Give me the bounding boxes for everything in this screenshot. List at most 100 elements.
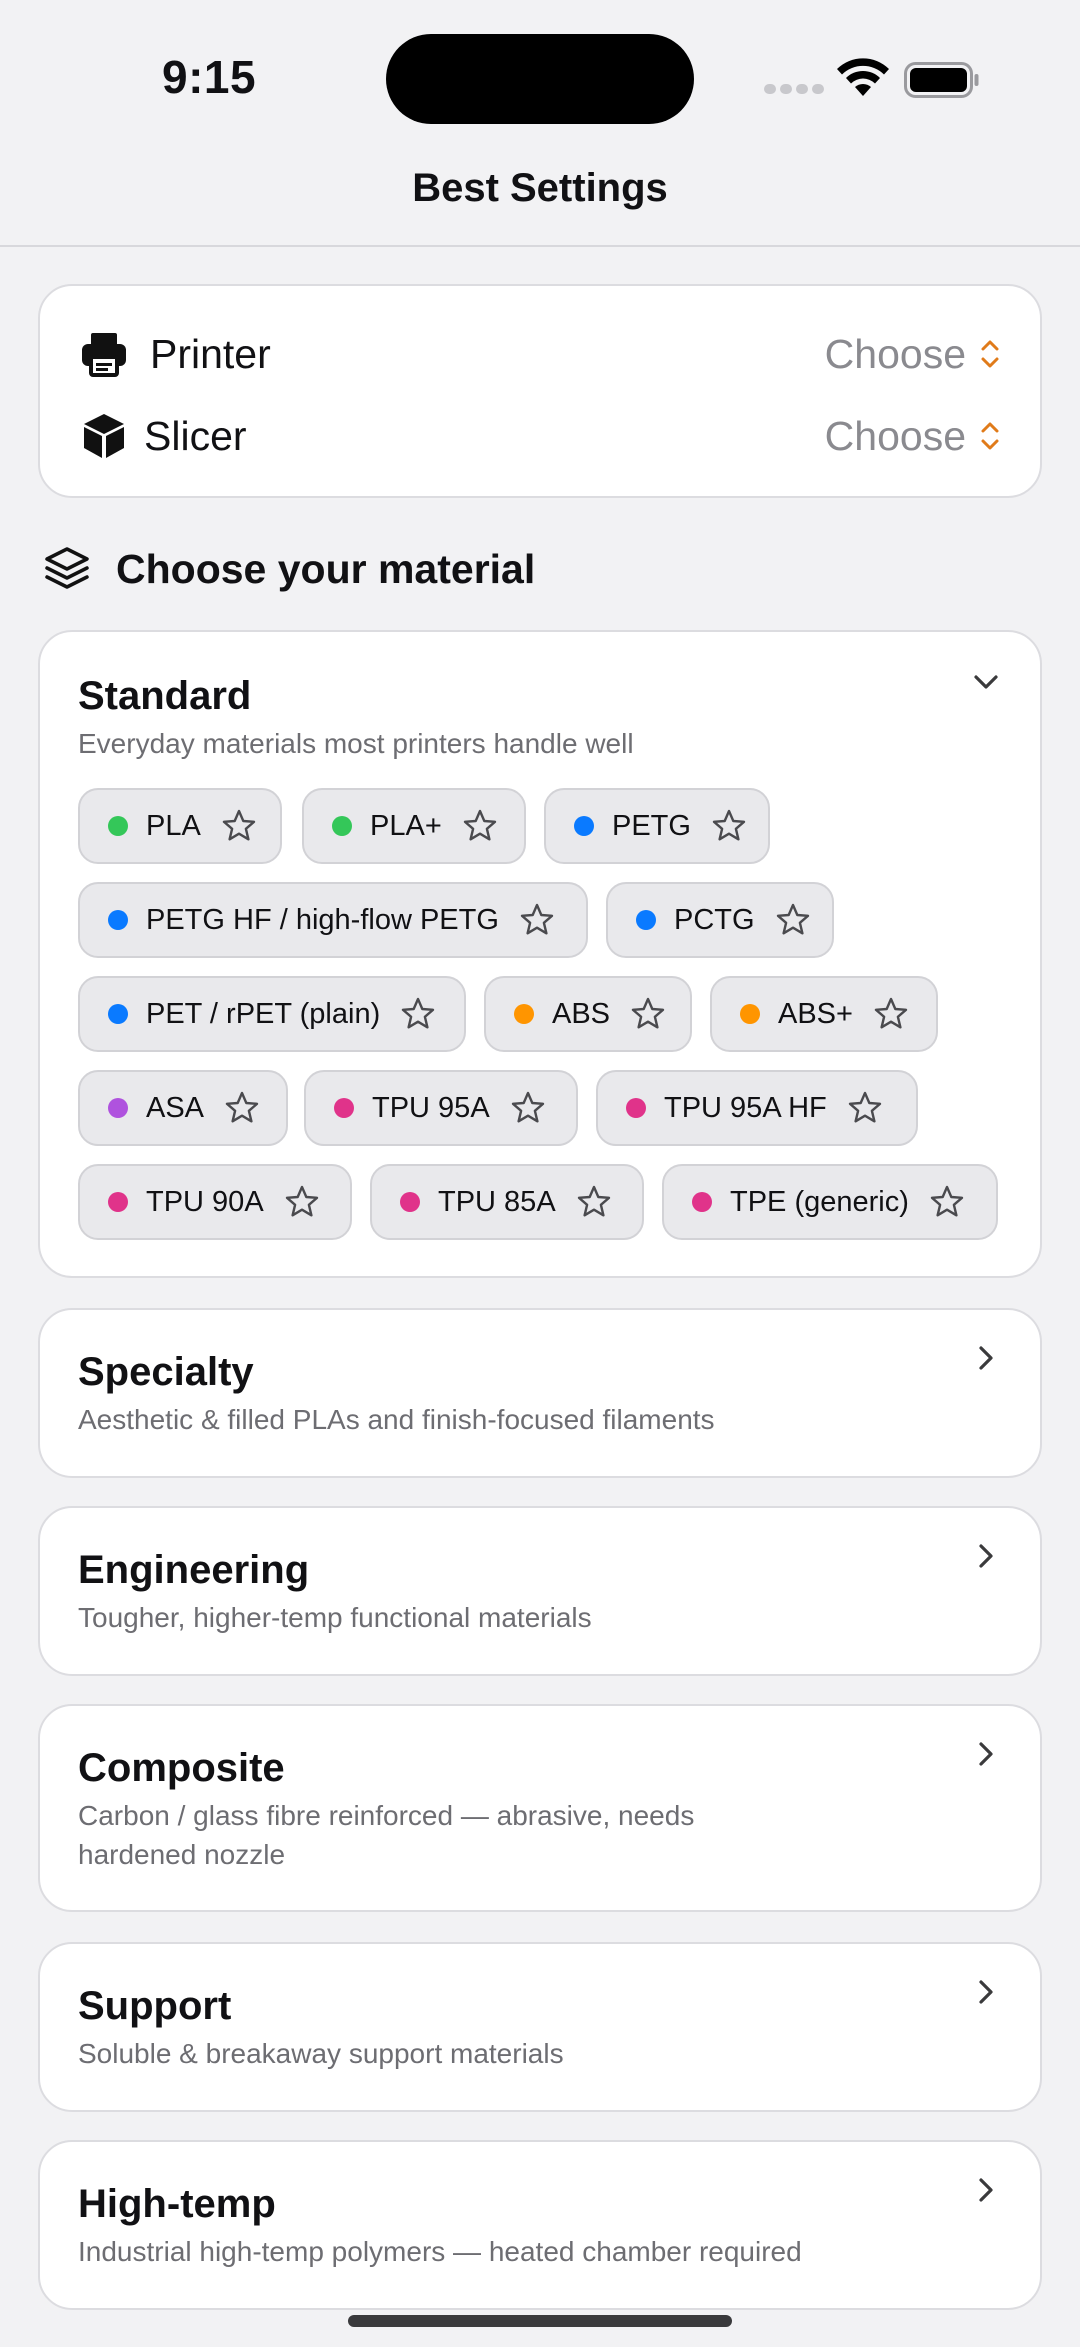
slicer-picker-value[interactable]: Choose xyxy=(825,413,966,460)
category-title: Support xyxy=(78,1984,232,2028)
material-chip[interactable]: PETG HF / high-flow PETG xyxy=(78,882,588,958)
category-title: Standard xyxy=(78,674,252,718)
material-chip[interactable]: ABS xyxy=(484,976,692,1052)
printer-label: Printer xyxy=(150,330,271,377)
material-chip[interactable]: TPU 85A xyxy=(370,1164,644,1240)
category-title: High-temp xyxy=(78,2182,276,2226)
star-icon[interactable] xyxy=(775,902,811,938)
category-composite[interactable]: Composite Carbon / glass fibre reinforce… xyxy=(38,1704,1042,1912)
material-chip[interactable]: TPE (generic) xyxy=(662,1164,998,1240)
color-dot xyxy=(740,1004,760,1024)
star-icon[interactable] xyxy=(284,1184,320,1220)
material-label: TPU 85A xyxy=(438,1185,556,1218)
star-icon[interactable] xyxy=(510,1090,546,1126)
category-subtitle: Industrial high-temp polymers — heated c… xyxy=(78,2236,802,2267)
color-dot xyxy=(108,1192,128,1212)
category-title: Engineering xyxy=(78,1548,310,1592)
cellular-signal-icon xyxy=(764,84,824,96)
material-chip[interactable]: TPU 95A HF xyxy=(596,1070,918,1146)
section-title: Choose your material xyxy=(116,545,536,592)
star-icon[interactable] xyxy=(929,1184,965,1220)
category-subtitle: Carbon / glass fibre reinforced — abrasi… xyxy=(78,1800,695,1870)
category-high-temp[interactable]: High-temp Industrial high-temp polymers … xyxy=(38,2140,1042,2310)
material-chip[interactable]: PETG xyxy=(544,788,770,864)
chevron-right-icon xyxy=(979,2178,993,2202)
material-label: ASA xyxy=(146,1091,205,1124)
layers-icon xyxy=(45,547,89,589)
chevron-down-icon[interactable] xyxy=(972,668,1000,696)
material-chip[interactable]: PET / rPET (plain) xyxy=(78,976,466,1052)
material-section-header: Choose your material xyxy=(42,544,535,594)
material-chip[interactable]: TPU 95A xyxy=(304,1070,578,1146)
category-standard[interactable]: Standard Everyday materials most printer… xyxy=(38,630,1042,1278)
chevron-right-icon xyxy=(979,1742,993,1766)
category-support[interactable]: Support Soluble & breakaway support mate… xyxy=(38,1942,1042,2112)
material-label: PCTG xyxy=(674,903,755,936)
star-icon[interactable] xyxy=(221,808,257,844)
color-dot xyxy=(108,910,128,930)
material-chip[interactable]: ASA xyxy=(78,1070,288,1146)
material-label: PETG xyxy=(612,809,691,842)
chevron-right-icon xyxy=(979,1544,993,1568)
category-specialty[interactable]: Specialty Aesthetic & filled PLAs and fi… xyxy=(38,1308,1042,1478)
category-subtitle: Tougher, higher-temp functional material… xyxy=(78,1602,592,1633)
category-title: Composite xyxy=(78,1746,285,1790)
star-icon[interactable] xyxy=(519,902,555,938)
star-icon[interactable] xyxy=(711,808,747,844)
material-chip[interactable]: ABS+ xyxy=(710,976,938,1052)
page-title: Best Settings xyxy=(412,166,668,210)
material-chip[interactable]: PLA+ xyxy=(302,788,526,864)
material-chip[interactable]: TPU 90A xyxy=(78,1164,352,1240)
color-dot xyxy=(626,1098,646,1118)
star-icon[interactable] xyxy=(873,996,909,1032)
color-dot xyxy=(692,1192,712,1212)
dynamic-island xyxy=(386,34,694,124)
material-label: ABS+ xyxy=(778,997,853,1030)
slicer-row[interactable]: Slicer Choose xyxy=(78,406,1002,466)
material-label: PET / rPET (plain) xyxy=(146,997,381,1030)
slicer-label: Slicer xyxy=(144,412,247,459)
chevron-up-down-icon xyxy=(981,422,999,450)
chevron-right-icon xyxy=(979,1980,993,2004)
material-label: ABS xyxy=(552,997,611,1030)
material-label: TPU 90A xyxy=(146,1185,264,1218)
material-label: PLA xyxy=(146,809,201,842)
star-icon[interactable] xyxy=(400,996,436,1032)
printer-picker-value[interactable]: Choose xyxy=(825,331,966,378)
star-icon[interactable] xyxy=(224,1090,260,1126)
color-dot xyxy=(108,1098,128,1118)
color-dot xyxy=(108,1004,128,1024)
printer-row[interactable]: Printer Choose xyxy=(78,324,1002,384)
status-time: 9:15 xyxy=(162,51,257,103)
color-dot xyxy=(400,1192,420,1212)
material-label: PETG HF / high-flow PETG xyxy=(146,903,499,936)
star-icon[interactable] xyxy=(462,808,498,844)
star-icon[interactable] xyxy=(630,996,666,1032)
material-chip[interactable]: PLA xyxy=(78,788,282,864)
color-dot xyxy=(636,910,656,930)
color-dot xyxy=(514,1004,534,1024)
home-indicator[interactable] xyxy=(348,2315,732,2327)
category-engineering[interactable]: Engineering Tougher, higher-temp functio… xyxy=(38,1506,1042,1676)
material-label: TPU 95A xyxy=(372,1091,490,1124)
setup-card: Printer Choose Slicer Choose xyxy=(38,284,1042,498)
nav-divider xyxy=(0,245,1080,247)
category-subtitle: Everyday materials most printers handle … xyxy=(78,728,634,759)
chevron-right-icon xyxy=(979,1346,993,1370)
chevron-up-down-icon xyxy=(981,340,999,368)
battery-icon xyxy=(904,62,979,98)
cube-icon xyxy=(78,410,130,462)
star-icon[interactable] xyxy=(576,1184,612,1220)
star-icon[interactable] xyxy=(847,1090,883,1126)
material-chip[interactable]: PCTG xyxy=(606,882,834,958)
wifi-icon xyxy=(837,58,889,96)
printer-icon xyxy=(78,328,130,380)
color-dot xyxy=(108,816,128,836)
color-dot xyxy=(334,1098,354,1118)
material-label: TPU 95A HF xyxy=(664,1091,827,1124)
material-label: TPE (generic) xyxy=(730,1185,909,1218)
category-subtitle: Aesthetic & filled PLAs and finish-focus… xyxy=(78,1404,715,1435)
category-title: Specialty xyxy=(78,1350,254,1394)
category-subtitle: Soluble & breakaway support materials xyxy=(78,2038,564,2069)
color-dot xyxy=(574,816,594,836)
